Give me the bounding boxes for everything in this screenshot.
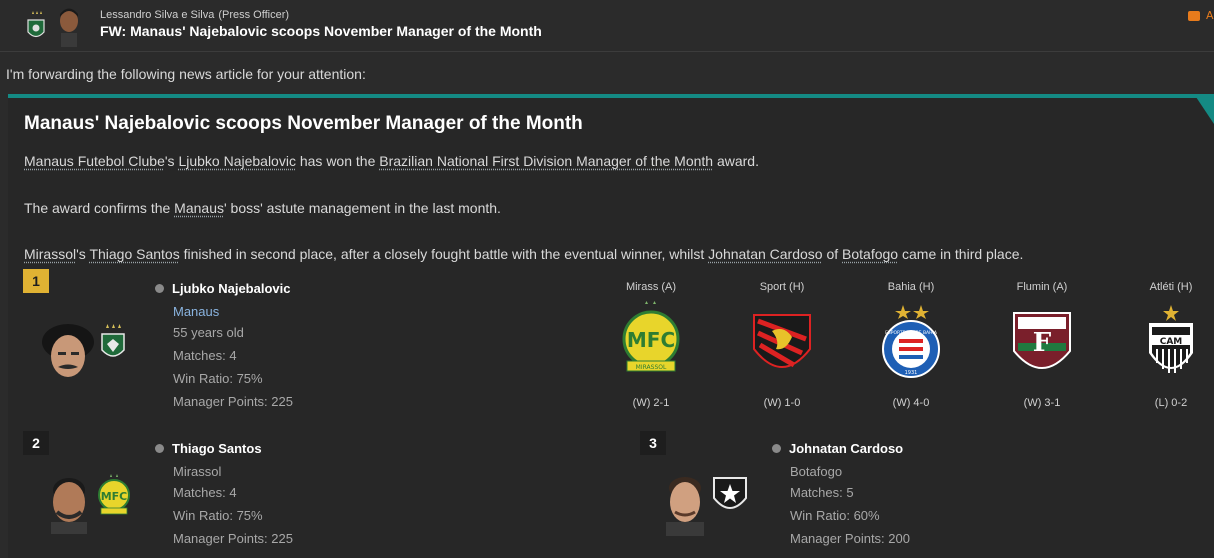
match-result: (W) 2-1 <box>632 397 670 409</box>
sender-avatar[interactable] <box>55 5 83 47</box>
club-link-manaus-2[interactable]: Manaus <box>174 200 224 216</box>
text-span: finished in second place, after a closel… <box>179 246 709 262</box>
article-paragraph-1: Manaus Futebol Clube's Ljubko Najebalovi… <box>24 153 759 169</box>
manager-face-cardoso[interactable] <box>660 472 710 536</box>
person-icon <box>155 284 164 293</box>
message-subject: FW: Manaus' Najebalovic scoops November … <box>100 23 542 39</box>
sport-badge-icon <box>753 314 811 368</box>
fluminense-badge-icon: F <box>1013 312 1071 369</box>
club-link-botafogo[interactable]: Botafogo <box>842 246 898 262</box>
message-header: Lessandro Silva e Silva (Press Officer) F… <box>0 0 1214 52</box>
mirassol-badge-icon: MFC MIRASSOL <box>622 301 680 372</box>
manager-name-2[interactable]: Thiago Santos <box>155 441 262 456</box>
rank-badge-3: 3 <box>640 431 666 455</box>
article-paragraph-2: The award confirms the Manaus' boss' ast… <box>24 200 501 216</box>
manager-name-text: Thiago Santos <box>172 441 262 456</box>
rank-badge-1: 1 <box>23 269 49 293</box>
person-icon <box>772 444 781 453</box>
bahia-badge-icon: ESPORTE CLUBE BAHIA 1931 <box>882 305 940 378</box>
match-opponent: Bahia (H) <box>887 281 935 293</box>
match-result: (W) 1-0 <box>763 397 801 409</box>
manager-link-cardoso[interactable]: Johnatan Cardoso <box>708 246 822 262</box>
match-3[interactable]: Bahia (H) ESPORTE CLUBE BAHIA 1931 (W) 4… <box>866 281 956 411</box>
botafogo-badge-icon[interactable] <box>710 474 750 518</box>
manager-points-1: Manager Points: 225 <box>173 394 293 409</box>
article-corner-accent <box>1194 94 1214 124</box>
match-opponent: Flumin (A) <box>1016 281 1068 293</box>
mirassol-badge-icon[interactable]: MFC <box>96 473 132 519</box>
match-5[interactable]: Atléti (H) CAM (L) 0-2 <box>1126 281 1214 411</box>
manager-matches-1: Matches: 4 <box>173 348 237 363</box>
bahia-year-lettering: 1931 <box>905 370 918 376</box>
manager-matches-2: Matches: 4 <box>173 485 237 500</box>
match-result: (W) 3-1 <box>1023 397 1061 409</box>
manager-club-3[interactable]: Botafogo <box>790 464 842 479</box>
manager-points-2: Manager Points: 225 <box>173 531 293 546</box>
manager-link-santos[interactable]: Thiago Santos <box>89 246 179 262</box>
manager-winratio-1: Win Ratio: 75% <box>173 371 263 386</box>
match-opponent: Sport (H) <box>759 281 805 293</box>
text-span: 's <box>76 246 90 262</box>
manager-club-2[interactable]: Mirassol <box>173 464 221 479</box>
sender-name[interactable]: Lessandro Silva e Silva <box>100 9 214 21</box>
match-result: (W) 4-0 <box>892 397 930 409</box>
club-link-mirassol[interactable]: Mirassol <box>24 246 76 262</box>
manager-name-text: Johnatan Cardoso <box>789 441 904 456</box>
flag-icon[interactable] <box>1188 11 1200 21</box>
mirassol-badge-lettering: MFC <box>101 490 128 503</box>
manager-matches-3: Matches: 5 <box>790 485 854 500</box>
manaus-badge-icon[interactable] <box>100 322 126 366</box>
sender-line: Lessandro Silva e Silva (Press Officer) <box>100 9 289 21</box>
text-span: has won the <box>295 153 380 169</box>
manager-winratio-3: Win Ratio: 60% <box>790 508 880 523</box>
article-title: Manaus' Najebalovic scoops November Mana… <box>24 113 583 134</box>
manager-name-text: Ljubko Najebalovic <box>172 281 291 296</box>
intro-text: I'm forwarding the following news articl… <box>6 66 366 82</box>
match-1[interactable]: Mirass (A) MFC MIRASSOL (W) 2-1 <box>606 281 696 411</box>
mirassol-badge-lettering: MFC <box>627 328 675 352</box>
manager-face-najebalovic[interactable] <box>38 322 98 386</box>
manager-age-1: 55 years old <box>173 325 244 340</box>
flag-label[interactable]: A <box>1206 9 1214 22</box>
person-icon <box>155 444 164 453</box>
manager-name-3[interactable]: Johnatan Cardoso <box>772 441 903 456</box>
club-link-manaus[interactable]: Manaus Futebol Clube <box>24 153 165 169</box>
match-opponent: Atléti (H) <box>1149 281 1193 293</box>
bahia-badge-lettering: ESPORTE CLUBE BAHIA <box>885 330 938 336</box>
manager-name-1[interactable]: Ljubko Najebalovic <box>155 281 290 296</box>
manager-points-3: Manager Points: 200 <box>790 531 910 546</box>
manager-winratio-2: Win Ratio: 75% <box>173 508 263 523</box>
svg-text:F: F <box>1033 328 1052 358</box>
manager-link-najebalovic[interactable]: Ljubko Najebalovic <box>178 153 296 169</box>
match-result: (L) 0-2 <box>1154 397 1188 409</box>
sender-role: (Press Officer) <box>218 9 290 21</box>
article-paragraph-3: Mirassol's Thiago Santos finished in sec… <box>24 246 1023 262</box>
text-span: award. <box>713 153 759 169</box>
match-4[interactable]: Flumin (A) F (W) 3-1 <box>997 281 1087 411</box>
atletico-mg-badge-icon: CAM <box>1149 305 1193 373</box>
match-opponent: Mirass (A) <box>625 281 677 293</box>
text-span: 's <box>164 153 179 169</box>
text-span: came in third place. <box>898 246 1024 262</box>
rank-badge-2: 2 <box>23 431 49 455</box>
mirassol-ribbon-lettering: MIRASSOL <box>636 364 667 371</box>
text-span: The award confirms the <box>24 200 175 216</box>
manager-club-1[interactable]: Manaus <box>173 304 219 319</box>
match-2[interactable]: Sport (H) (W) 1-0 <box>737 281 827 411</box>
manaus-badge-icon[interactable] <box>26 10 46 42</box>
text-span: of <box>822 246 843 262</box>
atletico-badge-lettering: CAM <box>1160 337 1183 347</box>
manager-face-santos[interactable] <box>43 472 95 534</box>
text-span: ' boss' astute management in the last mo… <box>223 200 501 216</box>
competition-link[interactable]: Brazilian National First Division Manage… <box>379 153 713 169</box>
